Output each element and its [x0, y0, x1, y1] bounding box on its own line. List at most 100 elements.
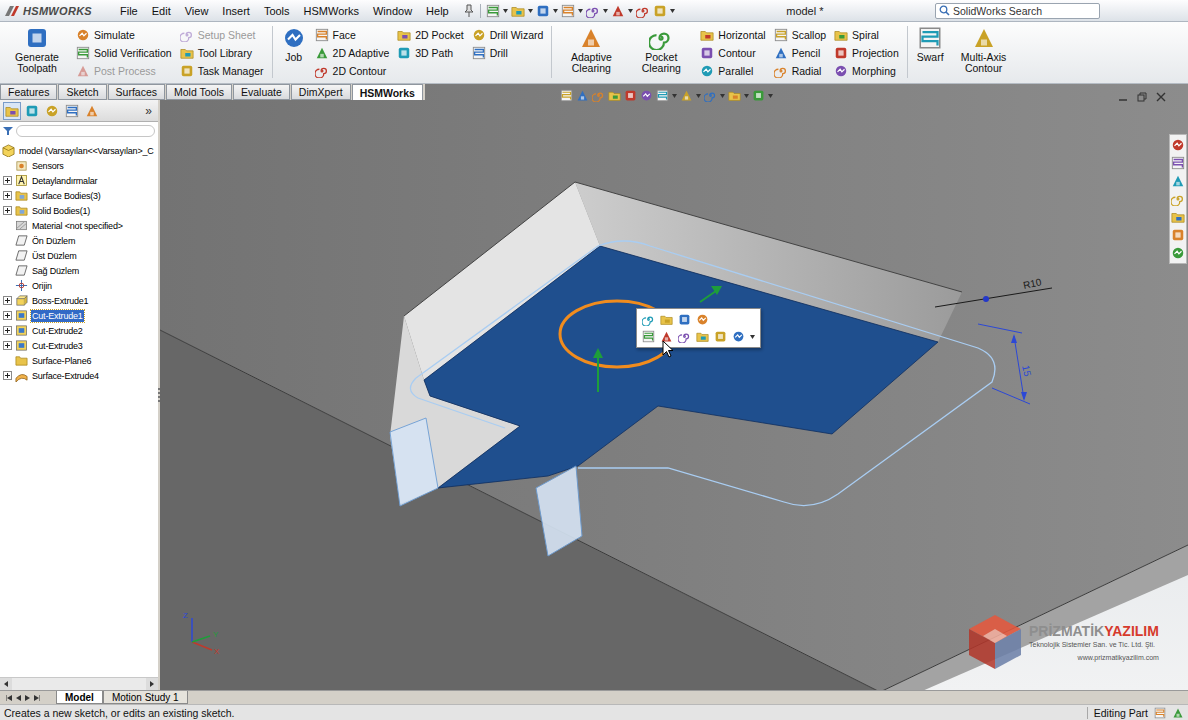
- expand-plus-icon[interactable]: [3, 191, 12, 200]
- ribbon-big-button[interactable]: Swarf: [916, 26, 945, 63]
- direction-arrow[interactable]: [700, 291, 716, 302]
- expand-plus-icon[interactable]: [3, 326, 12, 335]
- section-view-icon[interactable]: [640, 89, 653, 102]
- radius-dimension[interactable]: R10: [1022, 276, 1043, 291]
- ribbon-button[interactable]: 2D Adaptive: [315, 44, 390, 61]
- first-tab-icon[interactable]: [6, 695, 12, 701]
- context-dropdown-icon[interactable]: [750, 335, 755, 339]
- tree-expander[interactable]: [2, 341, 12, 351]
- rebuild-status-icon[interactable]: [1154, 707, 1166, 719]
- document-tab[interactable]: Model: [56, 691, 103, 704]
- ribbon-button[interactable]: Pencil: [774, 44, 826, 61]
- ribbon-button[interactable]: 3D Path: [397, 44, 463, 61]
- ribbon-button[interactable]: 2D Pocket: [397, 26, 463, 43]
- ribbon-button[interactable]: Projection: [834, 44, 899, 61]
- context-tool-icon[interactable]: [678, 330, 691, 343]
- tree-root[interactable]: model (Varsayılan<<Varsayılan>_C: [2, 143, 158, 158]
- appearance-dropdown-icon[interactable]: [744, 94, 749, 98]
- ribbon-button[interactable]: Morphing: [834, 62, 899, 79]
- new-document-icon[interactable]: [486, 4, 500, 18]
- ribbon-big-button[interactable]: Job: [281, 26, 307, 63]
- context-tool-icon[interactable]: [642, 330, 655, 343]
- select-dropdown-icon[interactable]: [628, 9, 633, 13]
- task-pane-icon[interactable]: [1171, 192, 1185, 206]
- task-pane-icon[interactable]: [1171, 138, 1185, 152]
- tree-item[interactable]: Sağ Düzlem: [2, 263, 158, 278]
- close-icon[interactable]: [1156, 92, 1166, 102]
- task-pane-icon[interactable]: [1171, 210, 1185, 224]
- tree-expander[interactable]: [2, 371, 12, 381]
- tree-item[interactable]: Cut-Extrude1: [2, 308, 158, 323]
- ribbon-button[interactable]: Task Manager: [180, 62, 264, 79]
- ribbon-button[interactable]: Drill: [472, 44, 544, 61]
- help-status-icon[interactable]: [1172, 707, 1184, 719]
- menu-item[interactable]: Help: [420, 3, 455, 19]
- display-style-icon[interactable]: [680, 89, 693, 102]
- slot-face[interactable]: [536, 466, 582, 556]
- expand-plus-icon[interactable]: [3, 296, 12, 305]
- expand-plus-icon[interactable]: [3, 341, 12, 350]
- length-dimension[interactable]: 15: [1020, 364, 1033, 378]
- rebuild-icon[interactable]: [636, 4, 650, 18]
- tree-expander[interactable]: [2, 326, 12, 336]
- tree-item[interactable]: Sensors: [2, 158, 158, 173]
- ribbon-button[interactable]: 2D Contour: [315, 62, 390, 79]
- tree-item[interactable]: Üst Düzlem: [2, 248, 158, 263]
- menu-item[interactable]: File: [114, 3, 144, 19]
- minimize-icon[interactable]: [1118, 92, 1128, 102]
- undo-icon[interactable]: [586, 4, 600, 18]
- ribbon-big-button[interactable]: Multi-Axis Contour: [953, 26, 1015, 74]
- scroll-right-button[interactable]: [146, 678, 158, 690]
- panel-more-button[interactable]: »: [142, 104, 155, 118]
- tree-item[interactable]: Surface Bodies(3): [2, 188, 158, 203]
- context-tool-icon[interactable]: [696, 330, 709, 343]
- view-tool-icon[interactable]: [592, 89, 605, 102]
- tree-item[interactable]: Surface-Plane6: [2, 353, 158, 368]
- pin-icon[interactable]: [463, 4, 475, 18]
- tree-expander[interactable]: [2, 176, 12, 186]
- options-dropdown-icon[interactable]: [670, 9, 675, 13]
- tree-expander[interactable]: [2, 296, 12, 306]
- pocket-rim-edge[interactable]: [404, 182, 962, 316]
- filter-field[interactable]: [16, 125, 155, 137]
- orientation-dropdown-icon[interactable]: [672, 94, 677, 98]
- ribbon-button[interactable]: Scallop: [774, 26, 826, 43]
- context-tool-icon[interactable]: [678, 313, 691, 326]
- task-pane-icon[interactable]: [1171, 174, 1185, 188]
- next-tab-icon[interactable]: [25, 695, 30, 701]
- ribbon-button[interactable]: Drill Wizard: [472, 26, 544, 43]
- undo-dropdown-icon[interactable]: [603, 9, 608, 13]
- command-tab[interactable]: Features: [0, 84, 57, 100]
- horizontal-scrollbar[interactable]: [0, 677, 158, 690]
- search-box[interactable]: SolidWorks Search: [935, 3, 1100, 19]
- display-dropdown-icon[interactable]: [696, 94, 701, 98]
- scene-icon[interactable]: [752, 89, 765, 102]
- ribbon-button[interactable]: Spiral: [834, 26, 899, 43]
- ribbon-big-button[interactable]: Pocket Clearing: [630, 26, 692, 74]
- panel-tab[interactable]: [63, 102, 81, 120]
- direction-arrow[interactable]: [597, 356, 599, 392]
- command-tab[interactable]: Sketch: [58, 84, 106, 100]
- filter-funnel-icon[interactable]: [3, 126, 13, 136]
- context-tool-icon[interactable]: [642, 313, 655, 326]
- print-icon[interactable]: [561, 4, 575, 18]
- options-icon[interactable]: [653, 4, 667, 18]
- ribbon-button[interactable]: Face: [315, 26, 390, 43]
- menu-item[interactable]: View: [179, 3, 215, 19]
- context-tool-icon[interactable]: [660, 330, 673, 343]
- document-tab[interactable]: Motion Study 1: [103, 691, 188, 704]
- appearance-icon[interactable]: [728, 89, 741, 102]
- view-tool-icon[interactable]: [608, 89, 621, 102]
- menu-item[interactable]: HSMWorks: [298, 3, 365, 19]
- command-tab[interactable]: HSMWorks: [352, 84, 423, 100]
- scene-dropdown-icon[interactable]: [768, 94, 773, 98]
- tree-item[interactable]: Solid Bodies(1): [2, 203, 158, 218]
- tree-expander[interactable]: [2, 311, 12, 321]
- slot-face[interactable]: [390, 418, 438, 506]
- menu-item[interactable]: Insert: [216, 3, 256, 19]
- task-pane-icon[interactable]: [1171, 156, 1185, 170]
- restore-icon[interactable]: [1137, 92, 1147, 102]
- ribbon-button[interactable]: Horizontal: [700, 26, 765, 43]
- print-dropdown-icon[interactable]: [578, 9, 583, 13]
- task-pane-icon[interactable]: [1171, 246, 1185, 260]
